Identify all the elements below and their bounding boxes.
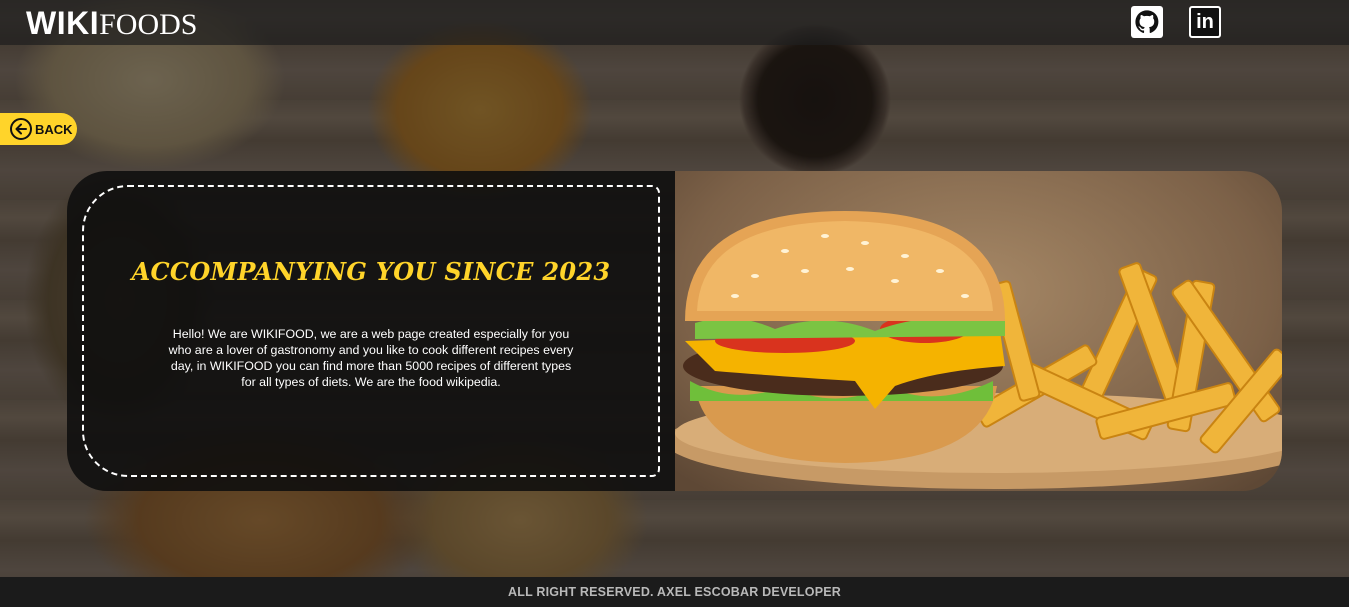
logo-light-text: FOODS [99, 8, 198, 41]
linkedin-icon: in [1196, 11, 1214, 33]
back-button-label: BACK [35, 121, 73, 137]
burger-illustration [675, 211, 1282, 489]
linkedin-link[interactable]: in [1189, 6, 1221, 38]
about-title: ACCOMPANYING YOU SINCE 2023 [131, 257, 611, 286]
page-footer: ALL RIGHT RESERVED. AXEL ESCOBAR DEVELOP… [0, 577, 1349, 607]
about-description: Hello! We are WIKIFOOD, we are a web pag… [168, 327, 574, 389]
logo-bold-text: WIKI [26, 5, 100, 41]
about-text-panel: ACCOMPANYING YOU SINCE 2023 Hello! We ar… [67, 171, 675, 491]
site-logo[interactable]: WIKIFOODS [26, 4, 197, 49]
burger-and-fries-image [675, 171, 1282, 491]
back-button[interactable]: BACK [0, 113, 77, 145]
about-card: ACCOMPANYING YOU SINCE 2023 Hello! We ar… [67, 171, 1282, 491]
top-navbar: WIKIFOODS in [0, 0, 1349, 45]
github-link[interactable] [1131, 6, 1163, 38]
github-icon [1135, 10, 1159, 33]
arrow-left-circle-icon [10, 118, 32, 140]
footer-copyright: ALL RIGHT RESERVED. AXEL ESCOBAR DEVELOP… [508, 585, 841, 599]
